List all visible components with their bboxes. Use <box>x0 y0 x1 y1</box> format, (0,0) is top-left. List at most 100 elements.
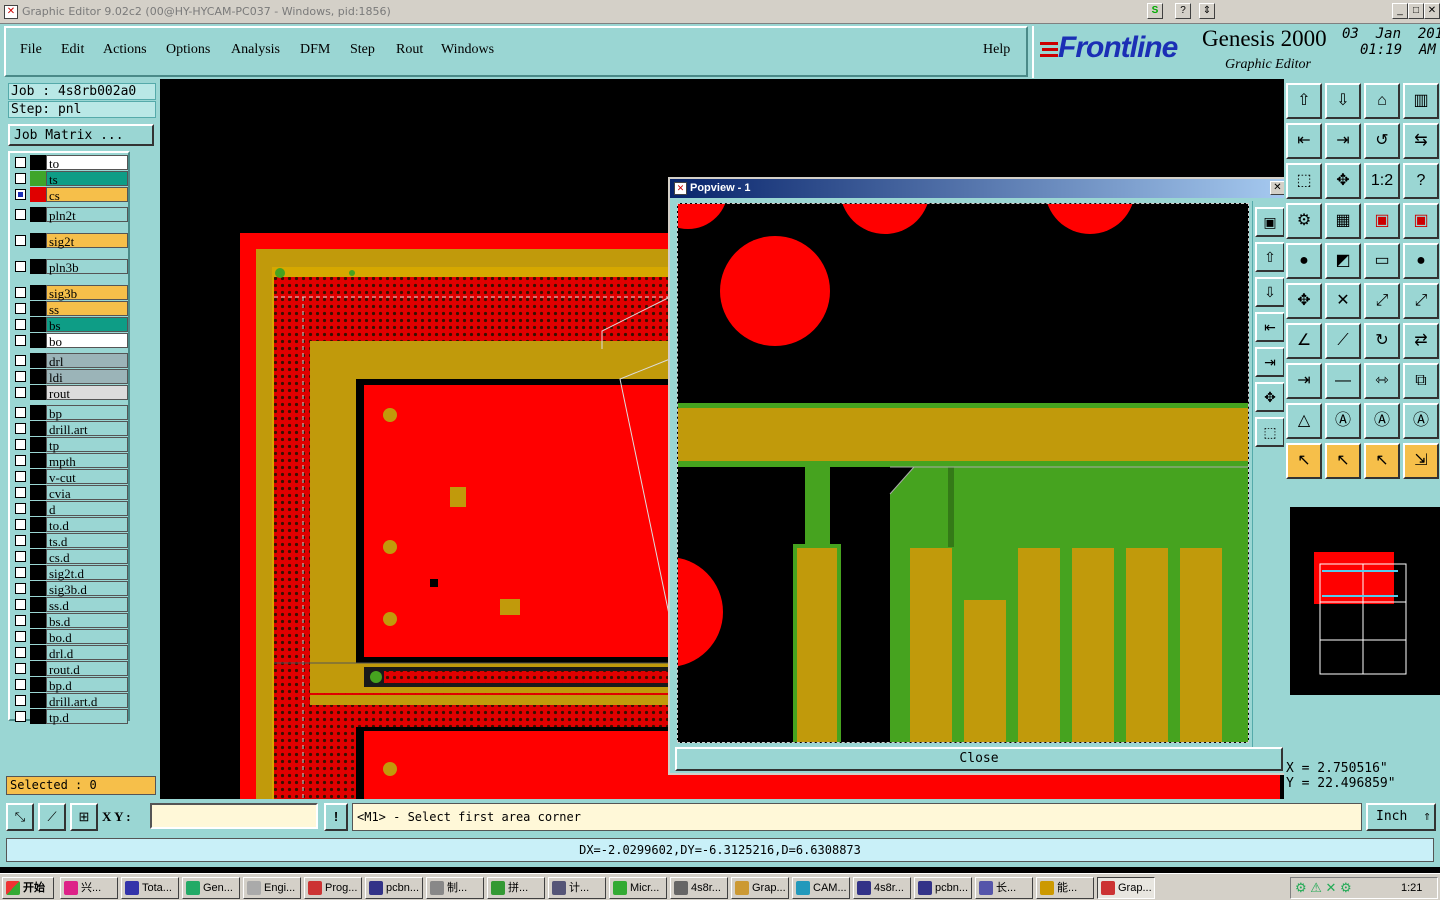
layer-color-swatch[interactable] <box>30 385 46 400</box>
layer-color-swatch[interactable] <box>30 549 46 564</box>
layer-color-swatch[interactable] <box>30 285 46 300</box>
layer-checkbox[interactable] <box>15 387 26 398</box>
layer-color-swatch[interactable] <box>30 301 46 316</box>
home-up-icon[interactable]: ⇧ <box>1286 83 1322 119</box>
triangle-b-icon[interactable]: Ⓐ <box>1325 403 1361 439</box>
layer-row[interactable]: sig2t <box>12 233 130 249</box>
popview-viewport[interactable] <box>677 203 1249 743</box>
maximize-button[interactable]: □ <box>1408 3 1424 19</box>
layer-name[interactable]: bp.d <box>46 677 128 693</box>
stretch-icon[interactable]: ⇿ <box>1364 363 1400 399</box>
layer-name[interactable]: sig2t <box>46 233 128 249</box>
layer-color-swatch[interactable] <box>30 693 46 708</box>
layer-color-swatch[interactable] <box>30 533 46 548</box>
layer-color-swatch[interactable] <box>30 333 46 348</box>
layer-checkbox[interactable] <box>15 471 26 482</box>
menu-edit[interactable]: Edit <box>61 42 84 58</box>
layer-color-swatch[interactable] <box>30 469 46 484</box>
layer-checkbox[interactable] <box>15 261 26 272</box>
s-icon[interactable]: S <box>1147 3 1163 19</box>
layer-color-swatch[interactable] <box>30 369 46 384</box>
layer-checkbox[interactable] <box>15 319 26 330</box>
layer-a-icon[interactable]: ▣ <box>1364 203 1400 239</box>
layer-b-icon[interactable]: ▣ <box>1403 203 1439 239</box>
layer-checkbox[interactable] <box>15 567 26 578</box>
taskbar-item[interactable]: Tota... <box>121 877 179 899</box>
layer-color-swatch[interactable] <box>30 207 46 222</box>
layer-row[interactable]: rout <box>12 385 130 401</box>
layer-checkbox[interactable] <box>15 599 26 610</box>
layer-color-swatch[interactable] <box>30 421 46 436</box>
layer-checkbox[interactable] <box>15 209 26 220</box>
triangle-d-icon[interactable]: Ⓐ <box>1403 403 1439 439</box>
layer-color-swatch[interactable] <box>30 645 46 660</box>
taskbar-item[interactable]: Gen... <box>182 877 240 899</box>
layer-name[interactable]: sig2t.d <box>46 565 128 581</box>
copy-icon[interactable]: ⧉ <box>1403 363 1439 399</box>
layer-row[interactable]: cvia <box>12 485 130 501</box>
layer-name[interactable]: to <box>46 155 128 171</box>
layer-checkbox[interactable] <box>15 173 26 184</box>
pan-right-icon[interactable]: ⇥ <box>1325 123 1361 159</box>
mirror-icon[interactable]: ⇄ <box>1403 323 1439 359</box>
pv-zoom-icon[interactable]: ⬚ <box>1255 417 1285 447</box>
layer-row[interactable]: bs <box>12 317 130 333</box>
layer-checkbox[interactable] <box>15 371 26 382</box>
pv-down-icon[interactable]: ⇩ <box>1255 277 1285 307</box>
layer-color-swatch[interactable] <box>30 171 46 186</box>
layer-name[interactable]: bs.d <box>46 613 128 629</box>
taskbar-item[interactable]: pcbn... <box>365 877 423 899</box>
layer-checkbox[interactable] <box>15 439 26 450</box>
layer-name[interactable]: tp <box>46 437 128 453</box>
layer-name[interactable]: ldi <box>46 369 128 385</box>
layer-color-swatch[interactable] <box>30 437 46 452</box>
layer-row[interactable]: drill.art <box>12 421 130 437</box>
layer-name[interactable]: cs <box>46 187 128 203</box>
layer-row[interactable]: rout.d <box>12 661 130 677</box>
popview-close-button[interactable]: Close <box>675 747 1283 771</box>
layer-row[interactable]: bo <box>12 333 130 349</box>
layer-row[interactable]: pln3b <box>12 259 130 275</box>
layer-name[interactable]: to.d <box>46 517 128 533</box>
layer-color-swatch[interactable] <box>30 405 46 420</box>
layer-color-swatch[interactable] <box>30 233 46 248</box>
menu-help[interactable]: Help <box>983 42 1010 58</box>
pv-up-icon[interactable]: ⇧ <box>1255 242 1285 272</box>
layer-color-swatch[interactable] <box>30 517 46 532</box>
frame-icon[interactable]: ▥ <box>1403 83 1439 119</box>
layer-checkbox[interactable] <box>15 287 26 298</box>
taskbar-item[interactable]: Engi... <box>243 877 301 899</box>
fit-icon[interactable]: ⬚ <box>1286 163 1322 199</box>
layer-name[interactable]: sig3b <box>46 285 128 301</box>
layer-row[interactable]: drill.art.d <box>12 693 130 709</box>
layer-checkbox[interactable] <box>15 679 26 690</box>
layer-row[interactable]: pln2t <box>12 207 130 223</box>
help-icon[interactable]: ? <box>1175 3 1191 19</box>
menu-file[interactable]: File <box>20 42 42 58</box>
menu-rout[interactable]: Rout <box>396 42 423 58</box>
help-icon[interactable]: ? <box>1403 163 1439 199</box>
menu-actions[interactable]: Actions <box>103 42 147 58</box>
resize-icon[interactable]: ⇕ <box>1199 3 1215 19</box>
ratio-icon[interactable]: 1:2 <box>1364 163 1400 199</box>
layer-name[interactable]: cs.d <box>46 549 128 565</box>
layer-checkbox[interactable] <box>15 189 26 200</box>
layer-name[interactable]: cvia <box>46 485 128 501</box>
layer-color-swatch[interactable] <box>30 259 46 274</box>
measure-icon[interactable]: ⟋ <box>38 803 66 831</box>
layer-checkbox[interactable] <box>15 455 26 466</box>
flat-icon[interactable]: — <box>1325 363 1361 399</box>
triangle-c-icon[interactable]: Ⓐ <box>1364 403 1400 439</box>
layer-checkbox[interactable] <box>15 423 26 434</box>
center-icon[interactable]: ✥ <box>1325 163 1361 199</box>
layer-color-swatch[interactable] <box>30 581 46 596</box>
layer-color-swatch[interactable] <box>30 155 46 170</box>
vector-b-icon[interactable]: ⤢ <box>1403 283 1439 319</box>
layer-name[interactable]: bp <box>46 405 128 421</box>
start-button[interactable]: 开始 <box>2 877 54 899</box>
zoom-area-icon[interactable]: ⤡ <box>6 803 34 831</box>
menu-options[interactable]: Options <box>166 42 210 58</box>
pointer-b-icon[interactable]: ↖ <box>1325 443 1361 479</box>
pointer-a-icon[interactable]: ↖ <box>1286 443 1322 479</box>
layer-name[interactable]: v-cut <box>46 469 128 485</box>
